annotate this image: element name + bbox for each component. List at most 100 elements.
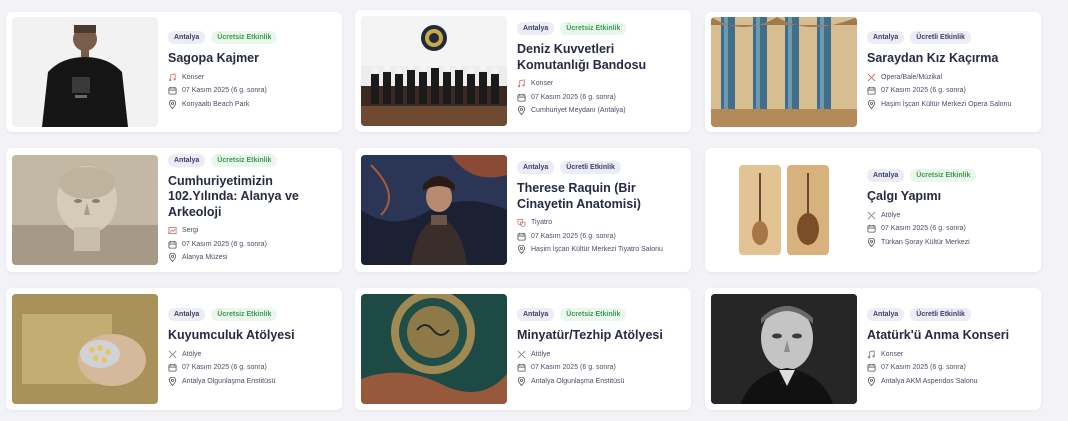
event-date: 07 Kasım 2025 (6 g. sonra) — [168, 86, 334, 96]
event-category: Atölye — [867, 211, 1033, 221]
event-category: Atölye — [517, 350, 683, 360]
event-category: Atölye — [168, 350, 334, 360]
event-date: 07 Kasım 2025 (6 g. sonra) — [867, 224, 1033, 234]
workshop-icon — [517, 350, 526, 359]
price-badge: Ücretsiz Etkinlik — [211, 308, 278, 321]
event-image[interactable] — [711, 294, 857, 404]
event-grid: Antalya Ücretsiz Etkinlik Sagopa Kajmer … — [0, 0, 1068, 421]
event-title[interactable]: Minyatür/Tezhip Atölyesi — [517, 328, 683, 344]
calendar-icon — [168, 86, 177, 95]
location-pin-icon — [867, 99, 876, 109]
city-badge: Antalya — [168, 153, 206, 167]
city-badge: Antalya — [517, 308, 555, 321]
event-card[interactable]: Antalya Ücretli Etkinlik Therese Raquin … — [355, 148, 691, 272]
event-image[interactable] — [12, 155, 158, 265]
price-badge: Ücretli Etkinlik — [910, 31, 971, 44]
price-badge: Ücretsiz Etkinlik — [910, 169, 977, 182]
event-venue: Antalya Olgunlaşma Enstitüsü — [517, 376, 683, 387]
price-badge: Ücretli Etkinlik — [910, 308, 971, 321]
price-badge: Ücretsiz Etkinlik — [211, 153, 278, 167]
location-pin-icon — [867, 237, 876, 247]
price-badge: Ücretsiz Etkinlik — [560, 22, 627, 36]
event-date: 07 Kasım 2025 (6 g. sonra) — [867, 363, 1033, 373]
event-title[interactable]: Deniz Kuvvetleri Komutanlığı Bandosu — [517, 42, 683, 73]
location-pin-icon — [517, 106, 526, 116]
event-card[interactable]: Antalya Ücretsiz Etkinlik Cumhuriyetimiz… — [6, 148, 342, 272]
event-title[interactable]: Çalgı Yapımı — [867, 189, 1033, 205]
event-category: Konser — [867, 349, 1033, 360]
event-venue: Antalya Olgunlaşma Enstitüsü — [168, 376, 334, 387]
calendar-icon — [867, 86, 876, 95]
city-badge: Antalya — [517, 161, 555, 175]
event-date: 07 Kasım 2025 (6 g. sonra) — [517, 93, 683, 103]
event-card[interactable]: Antalya Ücretli Etkinlik Atatürk'ü Anma … — [705, 288, 1041, 410]
event-card[interactable]: Antalya Ücretsiz Etkinlik Sagopa Kajmer … — [6, 12, 342, 132]
event-image[interactable] — [12, 17, 158, 127]
event-date: 07 Kasım 2025 (6 g. sonra) — [867, 86, 1033, 96]
city-badge: Antalya — [168, 308, 206, 321]
calendar-icon — [168, 363, 177, 372]
price-badge: Ücretsiz Etkinlik — [560, 308, 627, 321]
exhibition-icon — [168, 226, 177, 235]
event-image[interactable] — [711, 155, 857, 265]
city-badge: Antalya — [517, 22, 555, 36]
music-icon — [517, 79, 526, 88]
location-pin-icon — [168, 253, 177, 262]
event-card[interactable]: Antalya Ücretli Etkinlik Saraydan Kız Ka… — [705, 12, 1041, 132]
price-badge: Ücretli Etkinlik — [560, 161, 621, 175]
event-category: Opera/Bale/Müzikal — [867, 73, 1033, 83]
calendar-icon — [168, 240, 177, 249]
location-pin-icon — [168, 376, 177, 386]
event-venue: Cumhuriyet Meydanı (Antalya) — [517, 106, 683, 116]
price-badge: Ücretsiz Etkinlik — [211, 31, 278, 44]
music-icon — [867, 349, 876, 359]
event-title[interactable]: Cumhuriyetimizin 102.Yılında: Alanya ve … — [168, 174, 334, 221]
event-title[interactable]: Therese Raquin (Bir Cinayetin Anatomisi) — [517, 181, 683, 212]
theatre-icon — [517, 218, 526, 228]
event-card[interactable]: Antalya Ücretsiz Etkinlik Çalgı Yapımı A… — [705, 148, 1041, 272]
calendar-icon — [867, 363, 876, 372]
event-venue: Haşim İşcan Kültür Merkezi Opera Salonu — [867, 99, 1033, 110]
event-image[interactable] — [711, 17, 857, 127]
music-icon — [168, 72, 177, 82]
event-date: 07 Kasım 2025 (6 g. sonra) — [517, 363, 683, 373]
event-card[interactable]: Antalya Ücretsiz Etkinlik Minyatür/Tezhi… — [355, 288, 691, 410]
event-category: Tiyatro — [517, 218, 683, 228]
event-date: 07 Kasım 2025 (6 g. sonra) — [168, 240, 334, 250]
event-date: 07 Kasım 2025 (6 g. sonra) — [517, 232, 683, 242]
location-pin-icon — [517, 245, 526, 255]
workshop-icon — [867, 211, 876, 220]
event-date: 07 Kasım 2025 (6 g. sonra) — [168, 363, 334, 373]
city-badge: Antalya — [867, 31, 905, 44]
city-badge: Antalya — [867, 308, 905, 321]
location-pin-icon — [168, 99, 177, 109]
event-venue: Konyaaltı Beach Park — [168, 99, 334, 110]
opera-icon — [867, 73, 876, 82]
calendar-icon — [517, 232, 526, 241]
event-title[interactable]: Sagopa Kajmer — [168, 51, 334, 67]
city-badge: Antalya — [168, 31, 206, 44]
calendar-icon — [517, 93, 526, 102]
event-title[interactable]: Atatürk'ü Anma Konseri — [867, 328, 1033, 344]
event-image[interactable] — [361, 16, 507, 126]
event-image[interactable] — [361, 155, 507, 265]
location-pin-icon — [517, 376, 526, 386]
workshop-icon — [168, 350, 177, 359]
location-pin-icon — [867, 376, 876, 386]
event-title[interactable]: Kuyumculuk Atölyesi — [168, 328, 334, 344]
city-badge: Antalya — [867, 169, 905, 182]
event-card[interactable]: Antalya Ücretsiz Etkinlik Deniz Kuvvetle… — [355, 10, 691, 132]
event-category: Konser — [168, 72, 334, 83]
event-title[interactable]: Saraydan Kız Kaçırma — [867, 51, 1033, 67]
event-category: Sergi — [168, 226, 334, 236]
event-image[interactable] — [361, 294, 507, 404]
calendar-icon — [867, 224, 876, 233]
event-image[interactable] — [12, 294, 158, 404]
event-venue: Antalya AKM Aspendos Salonu — [867, 376, 1033, 387]
event-card[interactable]: Antalya Ücretsiz Etkinlik Kuyumculuk Atö… — [6, 288, 342, 410]
event-venue: Türkan Şoray Kültür Merkezi — [867, 237, 1033, 248]
event-venue: Haşim İşcan Kültür Merkezi Tiyatro Salon… — [517, 245, 683, 255]
event-category: Konser — [517, 79, 683, 89]
calendar-icon — [517, 363, 526, 372]
event-venue: Alanya Müzesi — [168, 253, 334, 263]
